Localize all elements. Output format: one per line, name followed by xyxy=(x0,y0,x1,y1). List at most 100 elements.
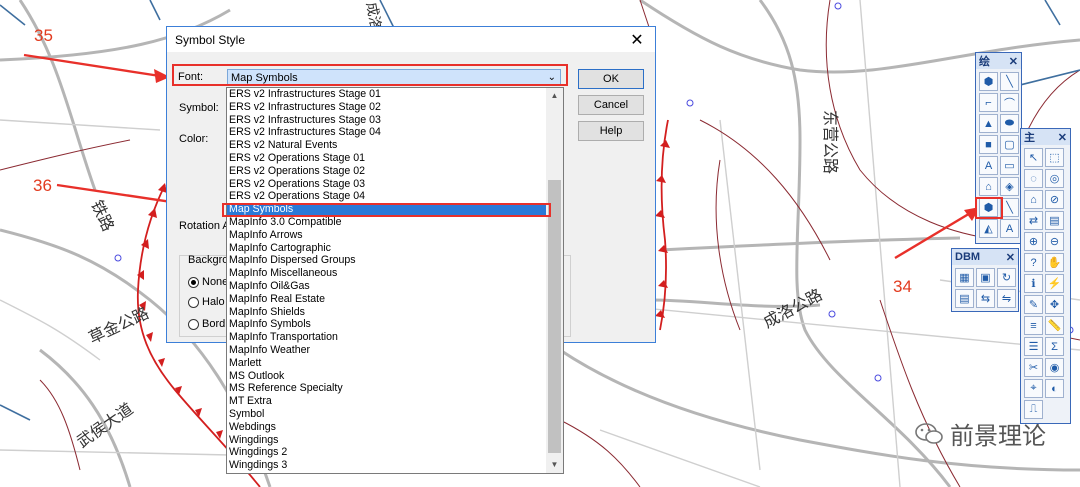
font-list-scrollbar[interactable]: ▲ ▼ xyxy=(546,88,563,473)
hide-icon[interactable]: ◐ xyxy=(1045,379,1064,398)
layer-control-icon[interactable]: ≡ xyxy=(1024,316,1043,335)
font-list-item[interactable]: MapInfo Transportation xyxy=(227,331,547,344)
frame-icon[interactable]: ▭ xyxy=(1000,156,1019,175)
grabber-icon[interactable]: ✋ xyxy=(1045,253,1064,272)
font-list: ERS v2 Infrastructures Stage 01 ERS v2 In… xyxy=(227,88,547,472)
radius-select-icon[interactable]: ◌ xyxy=(1024,169,1043,188)
font-list-item[interactable]: MT Extra xyxy=(227,395,547,408)
polygon-icon[interactable]: ▲ xyxy=(979,114,998,133)
scroll-up-icon[interactable]: ▲ xyxy=(546,88,563,104)
reshape-icon[interactable]: ◈ xyxy=(1000,177,1019,196)
rounded-rect-icon[interactable]: ▢ xyxy=(1000,135,1019,154)
clip-region-icon[interactable]: ✂ xyxy=(1024,358,1043,377)
polygon-select-icon[interactable]: ⌂ xyxy=(1024,190,1043,209)
text-style-icon[interactable]: A xyxy=(1000,219,1019,238)
radio-none[interactable]: None xyxy=(188,276,228,288)
font-list-item[interactable]: MapInfo Miscellaneous xyxy=(227,267,547,280)
radio-none-indicator[interactable] xyxy=(188,276,199,288)
radio-halo[interactable]: Halo xyxy=(188,296,225,308)
font-list-item[interactable]: ERS v2 Operations Stage 02 xyxy=(227,165,547,178)
help-button[interactable]: Help xyxy=(578,121,644,141)
scroll-thumb[interactable] xyxy=(548,180,561,453)
font-list-item[interactable]: MapInfo 3.0 Compatible xyxy=(227,216,547,229)
statistics-icon[interactable]: Σ xyxy=(1045,337,1064,356)
refresh-table-icon[interactable]: ↻ xyxy=(997,268,1016,287)
invert-select-icon[interactable]: ⇄ xyxy=(1024,211,1043,230)
unselect-icon[interactable]: ⊘ xyxy=(1045,190,1064,209)
font-list-item[interactable]: MapInfo Cartographic xyxy=(227,242,547,255)
symbol-icon[interactable]: ⬢ xyxy=(979,72,998,91)
drawing-toolbar-header[interactable]: 绘 ✕ xyxy=(976,53,1021,69)
info-icon[interactable]: ℹ xyxy=(1024,274,1043,293)
text-icon[interactable]: A xyxy=(979,156,998,175)
arc-icon[interactable]: ⌒ xyxy=(1000,93,1019,112)
font-list-item[interactable]: MapInfo Arrows xyxy=(227,229,547,242)
label-icon[interactable]: ✎ xyxy=(1024,295,1043,314)
ellipse-icon[interactable]: ⬬ xyxy=(1000,114,1019,133)
font-list-item[interactable]: Symbol xyxy=(227,408,547,421)
font-list-item[interactable]: ERS v2 Infrastructures Stage 04 xyxy=(227,126,547,139)
line-icon[interactable]: ╲ xyxy=(1000,72,1019,91)
show-scalebar-icon[interactable]: ⌖ xyxy=(1024,379,1043,398)
rectangle-icon[interactable]: ■ xyxy=(979,135,998,154)
font-list-item[interactable]: Wingdings 2 xyxy=(227,446,547,459)
boundary-select-icon[interactable]: ◎ xyxy=(1045,169,1064,188)
close-icon[interactable]: ✕ xyxy=(1058,131,1067,144)
radio-border[interactable]: Bord xyxy=(188,318,225,330)
connect-icon[interactable]: ⇆ xyxy=(976,289,995,308)
font-list-item[interactable]: ERS v2 Infrastructures Stage 03 xyxy=(227,114,547,127)
region-style-icon[interactable]: ◭ xyxy=(979,219,998,238)
zoom-in-icon[interactable]: ⊕ xyxy=(1024,232,1043,251)
change-view-icon[interactable]: ? xyxy=(1024,253,1043,272)
radio-border-indicator[interactable] xyxy=(188,318,199,330)
close-icon[interactable]: ✕ xyxy=(627,30,647,50)
font-list-item[interactable]: MapInfo Symbols xyxy=(227,318,547,331)
add-node-icon[interactable]: ⌂ xyxy=(979,177,998,196)
dbms-toolbar-header[interactable]: DBM ✕ xyxy=(952,249,1018,265)
scalebar-icon[interactable]: ⎍ xyxy=(1024,400,1043,419)
drawing-toolbar-title: 绘 xyxy=(979,56,990,68)
disconnect-icon[interactable]: ⇋ xyxy=(997,289,1016,308)
scroll-down-icon[interactable]: ▼ xyxy=(546,457,563,473)
open-table-icon[interactable]: ▦ xyxy=(955,268,974,287)
font-list-item[interactable]: Webdings xyxy=(227,421,547,434)
graph-select-icon[interactable]: ▤ xyxy=(1045,211,1064,230)
legend-icon[interactable]: ☰ xyxy=(1024,337,1043,356)
font-list-item[interactable]: Wingdings 3 xyxy=(227,459,547,472)
font-dropdown-list[interactable]: ERS v2 Infrastructures Stage 01 ERS v2 In… xyxy=(226,87,564,474)
annotation-35: 35 xyxy=(34,26,53,45)
cancel-button[interactable]: Cancel xyxy=(578,95,644,115)
font-list-item[interactable]: MapInfo Dispersed Groups xyxy=(227,254,547,267)
highlight-font-field xyxy=(172,64,568,86)
font-list-item[interactable]: ERS v2 Operations Stage 04 xyxy=(227,190,547,203)
dialog-titlebar[interactable]: Symbol Style ✕ xyxy=(167,27,655,52)
select-icon[interactable]: ↖ xyxy=(1024,148,1043,167)
font-list-item[interactable]: MapInfo Oil&Gas xyxy=(227,280,547,293)
polyline-icon[interactable]: ⌐ xyxy=(979,93,998,112)
sql-icon[interactable]: ▤ xyxy=(955,289,974,308)
close-icon[interactable]: ✕ xyxy=(1006,251,1015,264)
font-list-item[interactable]: MS Reference Specialty xyxy=(227,382,547,395)
font-list-item[interactable]: MS Outlook xyxy=(227,370,547,383)
font-list-item[interactable]: ERS v2 Operations Stage 03 xyxy=(227,178,547,191)
hotlink-icon[interactable]: ⚡ xyxy=(1045,274,1064,293)
font-list-item[interactable]: ERS v2 Infrastructures Stage 02 xyxy=(227,101,547,114)
ok-button[interactable]: OK xyxy=(578,69,644,89)
font-list-item[interactable]: MapInfo Real Estate xyxy=(227,293,547,306)
font-list-item[interactable]: Marlett xyxy=(227,357,547,370)
set-target-icon[interactable]: ◉ xyxy=(1045,358,1064,377)
font-list-item[interactable]: ERS v2 Infrastructures Stage 01 xyxy=(227,88,547,101)
font-list-item[interactable]: Wingdings xyxy=(227,434,547,447)
marquee-select-icon[interactable]: ⬚ xyxy=(1045,148,1064,167)
save-table-icon[interactable]: ▣ xyxy=(976,268,995,287)
font-list-item[interactable]: ERS v2 Operations Stage 01 xyxy=(227,152,547,165)
ruler-icon[interactable]: 📏 xyxy=(1045,316,1064,335)
main-toolbar-header[interactable]: 主 ✕ xyxy=(1021,129,1070,145)
close-icon[interactable]: ✕ xyxy=(1009,55,1018,68)
font-list-item[interactable]: MapInfo Shields xyxy=(227,306,547,319)
radio-halo-indicator[interactable] xyxy=(188,296,199,308)
drag-map-icon[interactable]: ✥ xyxy=(1045,295,1064,314)
zoom-out-icon[interactable]: ⊖ xyxy=(1045,232,1064,251)
font-list-item[interactable]: ERS v2 Natural Events xyxy=(227,139,547,152)
font-list-item[interactable]: MapInfo Weather xyxy=(227,344,547,357)
